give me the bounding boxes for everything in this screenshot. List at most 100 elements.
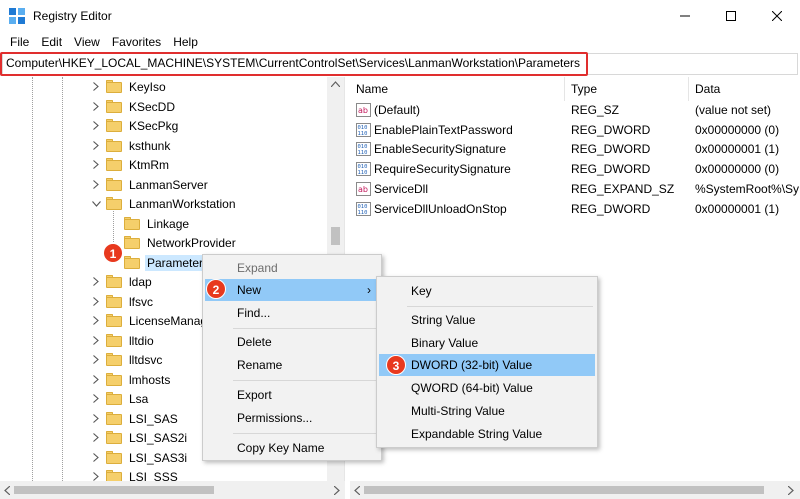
- chevron-right-icon[interactable]: [90, 409, 102, 428]
- scroll-up-icon[interactable]: [331, 81, 340, 87]
- value-data: 0x00000001 (1): [695, 201, 780, 216]
- tree-item[interactable]: KtmRm: [90, 155, 171, 174]
- submenu-qword-value[interactable]: QWORD (64-bit) Value: [379, 377, 595, 399]
- tree-hscroll-thumb[interactable]: [14, 486, 214, 494]
- chevron-right-icon[interactable]: [90, 448, 102, 467]
- value-name: EnablePlainTextPassword: [374, 122, 513, 137]
- tree-item[interactable]: lfsvc: [90, 292, 155, 311]
- tree-item[interactable]: KSecPkg: [90, 116, 180, 135]
- tree-scroll-thumb[interactable]: [331, 227, 340, 245]
- tree-item-label: lltdio: [129, 333, 154, 348]
- tree-horizontal-scrollbar[interactable]: [0, 481, 345, 499]
- chevron-right-icon[interactable]: [90, 350, 102, 369]
- tree-item[interactable]: ldap: [90, 272, 154, 291]
- menu-view[interactable]: View: [68, 31, 106, 53]
- tree-item[interactable]: KSecDD: [90, 97, 177, 116]
- tree-item-label: KeyIso: [129, 79, 166, 94]
- value-data: 0x00000000 (0): [695, 122, 780, 137]
- tree-item[interactable]: Lsa: [90, 389, 150, 408]
- chevron-right-icon[interactable]: [90, 272, 102, 291]
- chevron-right-icon[interactable]: [90, 77, 102, 96]
- ctx-copy-key-name[interactable]: Copy Key Name: [205, 437, 379, 459]
- chevron-down-icon[interactable]: [90, 194, 102, 213]
- submenu-expandable-string-value[interactable]: Expandable String Value: [379, 423, 595, 445]
- ctx-rename[interactable]: Rename: [205, 354, 379, 376]
- tree-item[interactable]: Linkage: [108, 214, 191, 233]
- scroll-right-icon[interactable]: [788, 486, 794, 495]
- scroll-right-icon[interactable]: [334, 486, 340, 495]
- scroll-left-icon[interactable]: [354, 486, 360, 495]
- folder-icon: [106, 119, 122, 132]
- submenu-string-value[interactable]: String Value: [379, 309, 595, 331]
- values-hscroll-thumb[interactable]: [364, 486, 764, 494]
- chevron-right-icon[interactable]: [90, 311, 102, 330]
- chevron-right-icon[interactable]: [90, 136, 102, 155]
- tree-item[interactable]: LanmanWorkstation: [90, 194, 238, 213]
- tree-item[interactable]: lmhosts: [90, 370, 172, 389]
- close-button[interactable]: [754, 0, 800, 31]
- chevron-right-icon[interactable]: [90, 467, 102, 481]
- new-submenu: Key String Value Binary Value DWORD (32-…: [376, 276, 598, 448]
- chevron-right-icon[interactable]: [90, 116, 102, 135]
- submenu-key[interactable]: Key: [379, 280, 595, 302]
- chevron-right-icon[interactable]: [90, 331, 102, 350]
- tree-item[interactable]: LSI_SAS: [90, 409, 180, 428]
- chevron-right-icon[interactable]: [90, 428, 102, 447]
- ctx-expand[interactable]: Expand: [205, 257, 379, 279]
- scroll-left-icon[interactable]: [4, 486, 10, 495]
- ctx-export[interactable]: Export: [205, 384, 379, 406]
- folder-icon: [106, 80, 122, 93]
- chevron-right-icon[interactable]: [90, 175, 102, 194]
- folder-icon: [106, 275, 122, 288]
- minimize-button[interactable]: [662, 0, 708, 31]
- column-header-data[interactable]: Data: [689, 77, 800, 101]
- column-header-name[interactable]: Name: [350, 77, 565, 101]
- tree-item-label: ksthunk: [129, 138, 171, 153]
- menu-file[interactable]: File: [4, 31, 35, 53]
- tree-item[interactable]: ksthunk: [90, 136, 172, 155]
- ctx-permissions[interactable]: Permissions...: [205, 407, 379, 429]
- menu-separator: [233, 380, 377, 381]
- column-header-type[interactable]: Type: [565, 77, 689, 101]
- value-name: RequireSecuritySignature: [374, 162, 511, 177]
- value-row[interactable]: 010 110 ServiceDllUnloadOnStop REG_DWORD 0x0…: [350, 199, 800, 219]
- value-row[interactable]: 010 110 EnableSecuritySignature REG_DWORD 0x…: [350, 139, 800, 159]
- title-bar: Registry Editor: [0, 0, 800, 31]
- submenu-binary-value[interactable]: Binary Value: [379, 332, 595, 354]
- chevron-right-icon[interactable]: [90, 97, 102, 116]
- folder-icon: [106, 431, 122, 444]
- tree-item-label: KtmRm: [129, 157, 169, 172]
- ctx-delete[interactable]: Delete: [205, 331, 379, 353]
- tree-item[interactable]: KeyIso: [90, 77, 168, 96]
- tree-item[interactable]: LSI_SAS2i: [90, 428, 189, 447]
- menu-edit[interactable]: Edit: [35, 31, 68, 53]
- tree-item[interactable]: NetworkProvider: [108, 233, 238, 252]
- menu-favorites[interactable]: Favorites: [106, 31, 167, 53]
- tree-item[interactable]: Parameters: [108, 253, 212, 272]
- submenu-dword-value[interactable]: DWORD (32-bit) Value: [379, 354, 595, 376]
- tree-item-label: LSI_SAS3i: [129, 450, 188, 465]
- tree-guide-line: [32, 77, 33, 481]
- values-horizontal-scrollbar[interactable]: [350, 481, 800, 499]
- tree-item[interactable]: LicenseManag: [90, 311, 209, 330]
- tree-item[interactable]: LanmanServer: [90, 175, 210, 194]
- chevron-right-icon[interactable]: [90, 389, 102, 408]
- tree-item-label: KSecDD: [129, 99, 176, 114]
- ctx-find[interactable]: Find...: [205, 302, 379, 324]
- minimize-icon: [680, 15, 690, 16]
- maximize-button[interactable]: [708, 0, 754, 31]
- tree-item[interactable]: LSI_SAS3i: [90, 448, 189, 467]
- value-row[interactable]: 010 110 RequireSecuritySignature REG_DWORD 0…: [350, 159, 800, 179]
- value-row[interactable]: ab (Default) REG_SZ (value not set): [350, 100, 800, 120]
- ctx-new[interactable]: New ›: [205, 279, 379, 301]
- tree-item[interactable]: lltdio: [90, 331, 156, 350]
- value-row[interactable]: 010 110 EnablePlainTextPassword REG_DWORD 0x…: [350, 120, 800, 140]
- tree-item[interactable]: LSI_SSS: [90, 467, 180, 481]
- submenu-multi-string-value[interactable]: Multi-String Value: [379, 400, 595, 422]
- tree-item[interactable]: lltdsvc: [90, 350, 164, 369]
- chevron-right-icon[interactable]: [90, 370, 102, 389]
- value-row[interactable]: ab ServiceDll REG_EXPAND_SZ %SystemRoot%\Sy: [350, 179, 800, 199]
- chevron-right-icon[interactable]: [90, 292, 102, 311]
- chevron-right-icon[interactable]: [90, 155, 102, 174]
- menu-help[interactable]: Help: [167, 31, 204, 53]
